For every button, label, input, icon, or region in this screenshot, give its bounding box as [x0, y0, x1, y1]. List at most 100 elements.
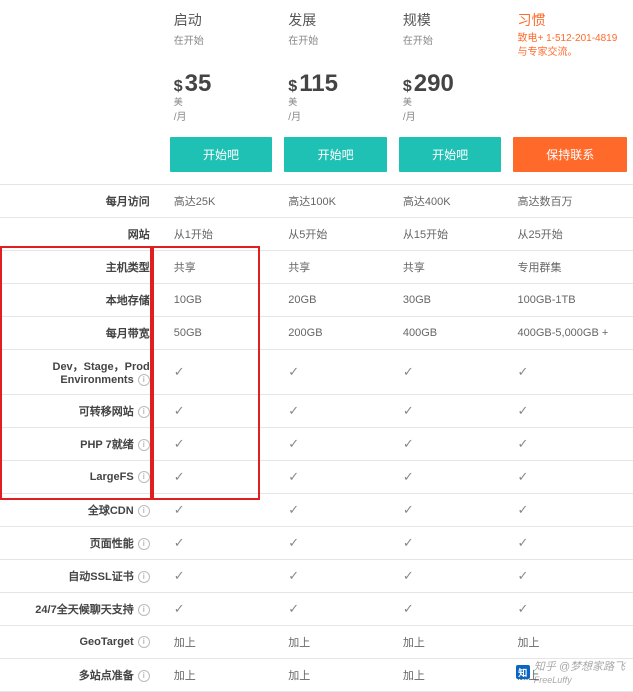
feature-value: 从15开始 — [403, 229, 448, 241]
check-icon: ✓ — [174, 502, 185, 517]
check-icon: ✓ — [517, 601, 528, 616]
plan-price: 35 — [185, 70, 212, 97]
feature-label: 24/7全天候聊天支持 — [35, 604, 133, 616]
check-icon: ✓ — [403, 469, 414, 484]
feature-label: 每月访问 — [106, 196, 150, 208]
check-icon: ✓ — [288, 601, 299, 616]
check-icon: ✓ — [288, 535, 299, 550]
plan-price: 290 — [414, 70, 454, 97]
feature-label: 主机类型 — [106, 262, 150, 274]
check-icon: ✓ — [288, 568, 299, 583]
check-icon: ✓ — [403, 502, 414, 517]
feature-value: 加上 — [174, 637, 196, 649]
check-icon: ✓ — [288, 403, 299, 418]
feature-value: 加上 — [174, 670, 196, 682]
check-icon: ✓ — [517, 436, 528, 451]
feature-value: 10GB — [174, 294, 202, 306]
plan-start-label: 在开始 — [288, 32, 383, 47]
info-icon[interactable]: i — [138, 471, 150, 483]
check-icon: ✓ — [403, 568, 414, 583]
feature-label: PHP 7就绪 — [80, 439, 134, 451]
check-icon: ✓ — [174, 403, 185, 418]
feature-label: 网站 — [128, 229, 150, 241]
plan-name: 规模 — [403, 10, 498, 30]
check-icon: ✓ — [288, 436, 299, 451]
feature-value: 共享 — [288, 262, 310, 274]
info-icon[interactable]: i — [138, 670, 150, 682]
feature-label: GeoTarget — [80, 636, 134, 648]
plan-name: 启动 — [174, 10, 269, 30]
feature-label: 全球CDN — [88, 505, 134, 517]
feature-label: 本地存储 — [106, 295, 150, 307]
check-icon: ✓ — [174, 364, 185, 379]
info-icon[interactable]: i — [138, 439, 150, 451]
feature-label: 页面性能 — [90, 538, 134, 550]
plan-cta-button[interactable]: 开始吧 — [284, 137, 387, 172]
watermark: 知 知乎 @梦想家路飞FreeLuffy — [516, 658, 625, 686]
feature-value: 加上 — [288, 637, 310, 649]
zhihu-icon: 知 — [516, 665, 530, 679]
feature-value: 从25开始 — [517, 229, 562, 241]
feature-label: LargeFS — [90, 471, 134, 483]
check-icon: ✓ — [403, 364, 414, 379]
check-icon: ✓ — [403, 601, 414, 616]
plan-name: 习惯 — [517, 10, 623, 30]
check-icon: ✓ — [517, 364, 528, 379]
feature-value: 30GB — [403, 294, 431, 306]
info-icon[interactable]: i — [138, 505, 150, 517]
feature-value: 高达400K — [403, 196, 451, 208]
check-icon: ✓ — [403, 403, 414, 418]
plan-cta-button[interactable]: 开始吧 — [399, 137, 502, 172]
feature-value: 共享 — [174, 262, 196, 274]
check-icon: ✓ — [517, 568, 528, 583]
plan-price: 115 — [299, 70, 338, 97]
check-icon: ✓ — [288, 469, 299, 484]
feature-label: 可转移网站 — [79, 406, 134, 418]
plan-start-label: 在开始 — [174, 32, 269, 47]
check-icon: ✓ — [288, 364, 299, 379]
info-icon[interactable]: i — [138, 604, 150, 616]
feature-value: 加上 — [288, 670, 310, 682]
plan-cta-button[interactable]: 保持联系 — [513, 137, 627, 172]
plan-cta-button[interactable]: 开始吧 — [170, 137, 273, 172]
check-icon: ✓ — [517, 535, 528, 550]
info-icon[interactable]: i — [138, 406, 150, 418]
feature-label: Dev，Stage，Prod Environments — [53, 361, 150, 386]
feature-value: 高达25K — [174, 196, 216, 208]
feature-label: 自动SSL证书 — [68, 571, 133, 583]
check-icon: ✓ — [517, 403, 528, 418]
feature-value: 加上 — [403, 670, 425, 682]
check-icon: ✓ — [517, 469, 528, 484]
check-icon: ✓ — [174, 568, 185, 583]
feature-label: 每月带宽 — [106, 328, 150, 340]
feature-value: 加上 — [403, 637, 425, 649]
feature-label: 多站点准备 — [79, 670, 134, 682]
feature-value: 200GB — [288, 327, 322, 339]
feature-value: 400GB — [403, 327, 437, 339]
feature-value: 从1开始 — [174, 229, 213, 241]
feature-value: 高达100K — [288, 196, 336, 208]
check-icon: ✓ — [517, 502, 528, 517]
feature-value: 高达数百万 — [517, 196, 572, 208]
feature-value: 20GB — [288, 294, 316, 306]
check-icon: ✓ — [403, 535, 414, 550]
check-icon: ✓ — [174, 535, 185, 550]
check-icon: ✓ — [174, 436, 185, 451]
feature-value: 400GB-5,000GB + — [517, 327, 608, 339]
check-icon: ✓ — [403, 436, 414, 451]
feature-value: 专用群集 — [517, 262, 561, 274]
feature-value: 加上 — [517, 637, 539, 649]
info-icon[interactable]: i — [138, 374, 150, 386]
feature-value: 50GB — [174, 327, 202, 339]
feature-value: 共享 — [403, 262, 425, 274]
plan-contact: 致电+ 1-512-201-4819与专家交流。 — [517, 32, 623, 60]
check-icon: ✓ — [174, 469, 185, 484]
check-icon: ✓ — [174, 601, 185, 616]
info-icon[interactable]: i — [138, 636, 150, 648]
info-icon[interactable]: i — [138, 571, 150, 583]
pricing-table: 启动在开始 发展在开始 规模在开始 习惯致电+ 1-512-201-4819与专家交流… — [0, 0, 633, 692]
plan-start-label: 在开始 — [403, 32, 498, 47]
plan-name: 发展 — [288, 10, 383, 30]
info-icon[interactable]: i — [138, 538, 150, 550]
feature-value: 100GB-1TB — [517, 294, 575, 306]
